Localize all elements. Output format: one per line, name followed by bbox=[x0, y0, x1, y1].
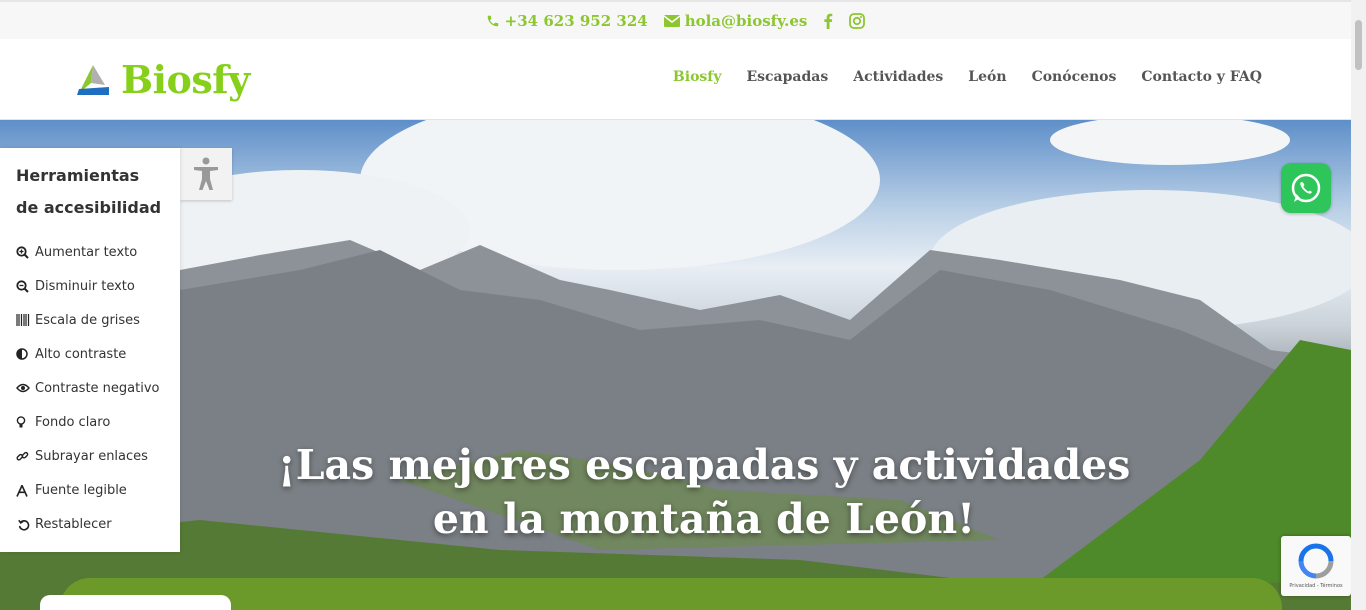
page-scrollbar[interactable] bbox=[1351, 0, 1366, 610]
link-icon bbox=[16, 450, 35, 463]
nav-contacto-faq[interactable]: Contacto y FAQ bbox=[1141, 69, 1262, 85]
scrollbar-thumb[interactable] bbox=[1355, 20, 1362, 70]
nav-escapadas[interactable]: Escapadas bbox=[746, 69, 828, 85]
option-label: Subrayar enlaces bbox=[35, 449, 148, 465]
recaptcha-icon bbox=[1298, 543, 1334, 579]
accessibility-toggle-button[interactable] bbox=[180, 148, 232, 200]
zoom-in-icon bbox=[16, 245, 35, 259]
eye-icon bbox=[16, 383, 35, 393]
phone-icon bbox=[487, 15, 498, 26]
option-readable-font[interactable]: Fuente legible bbox=[16, 474, 180, 508]
hero-headline: ¡Las mejores escapadas y actividades en … bbox=[180, 438, 1228, 546]
option-label: Contraste negativo bbox=[35, 380, 160, 396]
email-address: hola@biosfy.es bbox=[684, 11, 808, 30]
accessibility-panel: Herramientas de accesibilidad Aumentar t… bbox=[0, 148, 180, 552]
recaptcha-terms[interactable]: Privacidad - Términos bbox=[1289, 583, 1342, 589]
option-label: Escala de grises bbox=[35, 312, 140, 328]
logo-mountain-icon bbox=[77, 64, 109, 95]
mail-icon bbox=[663, 14, 680, 27]
option-high-contrast[interactable]: Alto contraste bbox=[16, 337, 180, 371]
option-reset[interactable]: Restablecer bbox=[16, 508, 180, 542]
option-underline-links[interactable]: Subrayar enlaces bbox=[16, 440, 180, 474]
accessibility-icon bbox=[194, 157, 218, 190]
option-light-background[interactable]: Fondo claro bbox=[16, 405, 180, 439]
main-nav: Biosfy Escapadas Actividades León Conóce… bbox=[673, 69, 1262, 85]
facebook-icon bbox=[824, 13, 833, 29]
facebook-link[interactable] bbox=[823, 13, 833, 29]
phone-link[interactable]: +34 623 952 324 bbox=[486, 12, 648, 30]
brand-name: Biosfy bbox=[121, 57, 250, 102]
top-contact-bar: +34 623 952 324 hola@biosfy.es bbox=[0, 0, 1351, 39]
lightbulb-icon bbox=[16, 416, 35, 429]
contrast-icon bbox=[16, 348, 35, 361]
whatsapp-button[interactable] bbox=[1281, 163, 1331, 213]
option-label: Disminuir texto bbox=[35, 278, 135, 294]
hero-green-bar bbox=[60, 578, 1282, 610]
barcode-icon bbox=[16, 314, 35, 327]
reset-icon bbox=[16, 519, 35, 531]
accessibility-panel-title: Herramientas de accesibilidad bbox=[16, 166, 162, 217]
site-logo[interactable]: Biosfy bbox=[75, 57, 250, 102]
option-label: Restablecer bbox=[35, 517, 112, 533]
hero-headline-line2: en la montaña de León! bbox=[432, 495, 976, 543]
option-label: Aumentar texto bbox=[35, 244, 138, 260]
phone-number: +34 623 952 324 bbox=[504, 11, 648, 30]
nav-leon[interactable]: León bbox=[968, 69, 1006, 85]
nav-actividades[interactable]: Actividades bbox=[853, 69, 943, 85]
option-label: Fuente legible bbox=[35, 483, 127, 499]
instagram-icon bbox=[849, 12, 866, 29]
instagram-link[interactable] bbox=[849, 12, 866, 29]
accessibility-options: Aumentar texto Disminuir texto Escala de… bbox=[16, 235, 180, 542]
option-grayscale[interactable]: Escala de grises bbox=[16, 303, 180, 337]
site-header: Biosfy Biosfy Escapadas Actividades León… bbox=[0, 39, 1351, 120]
option-label: Alto contraste bbox=[35, 346, 127, 362]
zoom-out-icon bbox=[16, 280, 35, 293]
recaptcha-badge[interactable]: Privacidad - Términos bbox=[1281, 536, 1351, 596]
hero-search-pill[interactable] bbox=[40, 595, 231, 610]
whatsapp-icon bbox=[1291, 173, 1321, 203]
font-icon bbox=[16, 484, 35, 497]
option-decrease-text[interactable]: Disminuir texto bbox=[16, 269, 180, 303]
hero-headline-line1: ¡Las mejores escapadas y actividades bbox=[277, 441, 1131, 489]
option-label: Fondo claro bbox=[35, 415, 111, 431]
email-link[interactable]: hola@biosfy.es bbox=[663, 11, 808, 30]
option-increase-text[interactable]: Aumentar texto bbox=[16, 235, 180, 269]
option-negative-contrast[interactable]: Contraste negativo bbox=[16, 371, 180, 405]
nav-biosfy[interactable]: Biosfy bbox=[673, 69, 722, 85]
nav-conocenos[interactable]: Conócenos bbox=[1032, 69, 1117, 85]
